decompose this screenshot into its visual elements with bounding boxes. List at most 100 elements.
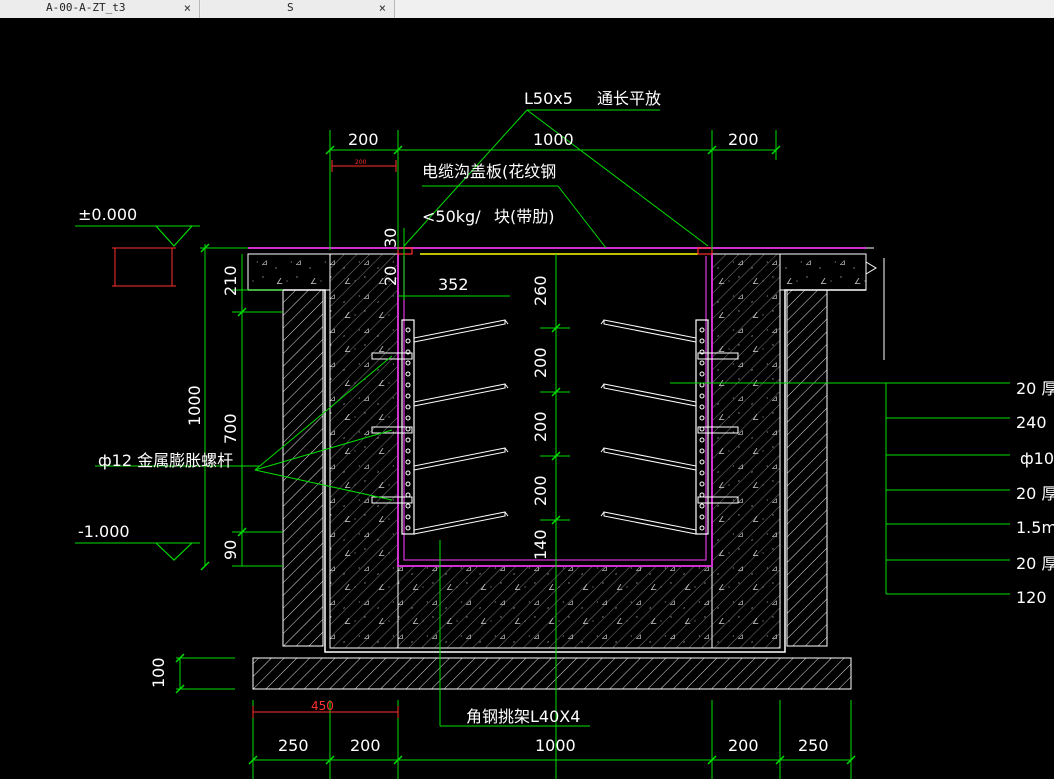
dim-inner-200a: 200	[531, 347, 550, 378]
post-hole	[405, 415, 411, 421]
post-hole	[699, 426, 705, 432]
level-bottom: -1.000	[78, 522, 130, 541]
tab-label: S	[287, 1, 294, 14]
post-hole	[405, 360, 411, 366]
note-angle-frame: L50x5	[524, 89, 573, 108]
trench-structure	[212, 247, 877, 690]
layer-label-1: 20 厚	[1016, 379, 1054, 398]
bracket-arm-left	[413, 319, 506, 343]
post-hole	[699, 371, 705, 377]
post-hole	[405, 437, 411, 443]
foundation-cushion	[252, 657, 852, 690]
post-hole	[405, 404, 411, 410]
bracket-arm-right	[603, 383, 697, 407]
tab-label: A-00-A-ZT_t3	[46, 1, 126, 14]
post-hole	[405, 459, 411, 465]
drawing-labels: 200 1000 200 200 250 200 1000 200 250 45…	[78, 89, 1054, 755]
dim-left-100: 100	[149, 657, 168, 688]
bracket-arm-right	[603, 447, 697, 471]
post-hole	[405, 481, 411, 487]
ground-fill-left	[247, 253, 331, 291]
post-hole	[699, 492, 705, 498]
post-hole	[405, 338, 411, 344]
close-icon[interactable]: ×	[379, 0, 386, 16]
post-hole	[699, 327, 705, 333]
post-hole	[405, 514, 411, 520]
note-cover-2: <50kg/	[422, 207, 481, 226]
post-hole	[405, 470, 411, 476]
post-hole	[699, 448, 705, 454]
layer-label-6: 20 厚	[1016, 554, 1054, 573]
tab-a-00-a-zt-t3[interactable]: A-00-A-ZT_t3 ×	[0, 0, 200, 18]
tab-s[interactable]: S ×	[201, 0, 395, 18]
bracket-arm-left	[413, 383, 506, 407]
ground-fill-right	[779, 253, 867, 291]
break-mark-right	[865, 261, 877, 275]
close-icon[interactable]: ×	[184, 0, 191, 16]
post-hole	[699, 393, 705, 399]
dim-bottom-3: 1000	[535, 736, 576, 755]
post-hole	[699, 470, 705, 476]
dim-left-90: 90	[221, 540, 240, 560]
hatch-left	[330, 254, 398, 648]
brick-wall-left	[282, 289, 324, 647]
note-cover-3: 块(带肋)	[494, 207, 555, 226]
level-top: ±0.000	[78, 205, 137, 224]
hatch-bottom	[398, 566, 712, 648]
post-hole	[699, 338, 705, 344]
layer-label-2: 240	[1016, 413, 1047, 432]
dim-small-top: 200	[355, 159, 367, 166]
post-hole	[699, 514, 705, 520]
post-hole	[405, 426, 411, 432]
post-hole	[699, 437, 705, 443]
post-hole	[699, 481, 705, 487]
bracket-arm-right	[603, 511, 697, 535]
bracket-arm-left	[413, 447, 506, 471]
post-hole	[699, 360, 705, 366]
dim-inner-200c: 200	[531, 475, 550, 506]
bracket-arm-left	[413, 511, 506, 535]
dim-inner-260: 260	[531, 275, 550, 306]
inner-liner	[397, 254, 713, 567]
post-hole	[699, 525, 705, 531]
dim-bottom-5: 250	[798, 736, 829, 755]
post-hole	[699, 459, 705, 465]
dim-top-left: 200	[348, 130, 379, 149]
layer-label-7: 120	[1016, 588, 1047, 607]
cable-brackets	[371, 319, 739, 535]
level-marker-bottom	[155, 542, 193, 561]
dim-bottom-4: 200	[728, 736, 759, 755]
post-hole	[405, 492, 411, 498]
layer-label-4: 20 厚	[1016, 484, 1054, 503]
dim-inner-140: 140	[531, 529, 550, 560]
dim-bottom-1: 250	[278, 736, 309, 755]
dim-top-center: 1000	[533, 130, 574, 149]
dim-bottom-red: 450	[311, 699, 334, 713]
inner-liner-offset	[403, 256, 707, 561]
dim-inner-200b: 200	[531, 411, 550, 442]
dim-352: 352	[438, 275, 469, 294]
level-marker-top	[155, 225, 193, 247]
post-hole	[405, 382, 411, 388]
post-hole	[405, 503, 411, 509]
cad-drawing-canvas[interactable]: ∠ · · ⊿ , '	[0, 18, 1054, 779]
post-hole	[405, 525, 411, 531]
layer-label-3: ф10	[1020, 449, 1054, 468]
post-hole	[699, 415, 705, 421]
dim-left-700: 700	[221, 413, 240, 444]
document-tab-bar: A-00-A-ZT_t3 × S ×	[0, 0, 1054, 18]
dim-cover-30: 30	[381, 228, 400, 248]
note-angle-frame-detail: 通长平放	[597, 89, 661, 108]
bracket-arm-right	[603, 319, 697, 343]
dim-bottom-2: 200	[350, 736, 381, 755]
post-hole	[699, 503, 705, 509]
post-hole	[699, 382, 705, 388]
layer-label-5: 1.5mm	[1016, 518, 1054, 537]
brick-wall-right	[786, 289, 828, 647]
dim-top-right: 200	[728, 130, 759, 149]
post-hole	[405, 371, 411, 377]
note-bolt: ф12 金属膨胀螺杆	[98, 451, 233, 470]
note-bracket: 角钢挑架L40X4	[466, 707, 580, 726]
dim-left-210: 210	[221, 265, 240, 296]
dim-cover-20: 20	[381, 266, 400, 286]
